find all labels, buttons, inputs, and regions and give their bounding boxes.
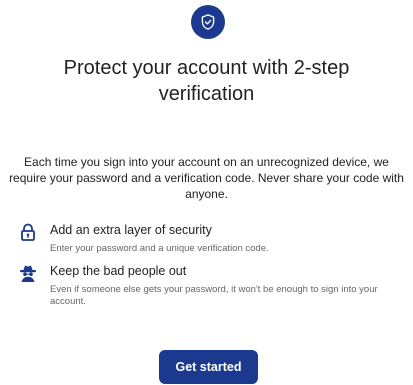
padlock-icon [18, 222, 38, 242]
shield-check-icon [191, 5, 225, 39]
feature-description: Enter your password and a unique verific… [50, 243, 269, 254]
spy-icon [18, 263, 38, 283]
intro-text: Each time you sign into your account on … [9, 155, 404, 201]
shield-check-glyph [201, 14, 215, 30]
feature-title: Keep the bad people out [50, 264, 187, 278]
feature-item-bad-people: Keep the bad people out Even if someone … [18, 263, 398, 315]
feature-title: Add an extra layer of security [50, 223, 212, 237]
page-title: Protect your account with 2-step verific… [63, 57, 350, 105]
feature-item-security: Add an extra layer of security Enter you… [18, 222, 398, 262]
get-started-button[interactable]: Get started [159, 350, 258, 384]
feature-description: Even if someone else gets your password,… [50, 284, 378, 307]
